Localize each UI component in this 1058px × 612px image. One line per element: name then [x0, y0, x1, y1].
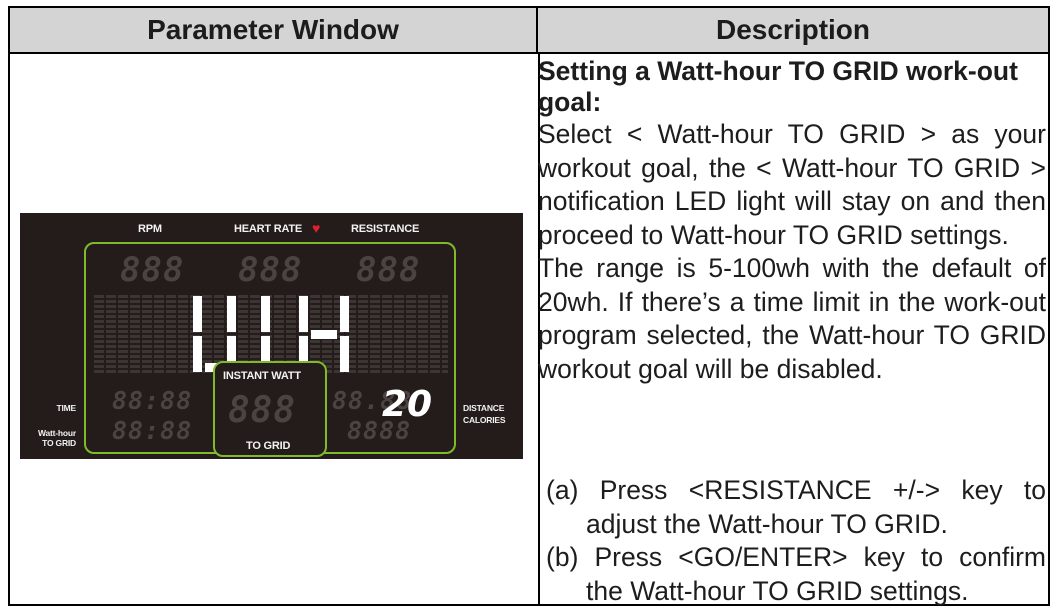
description-paragraph-1: Select < Watt-hour TO GRID > as your wor…: [538, 119, 1046, 250]
header-parameter-window: Parameter Window: [10, 8, 538, 54]
calories-label: CALORIES: [463, 415, 506, 425]
time-label: TIME: [56, 403, 76, 413]
step-b: (b) Press <GO/ENTER> key to confirm the …: [546, 542, 1046, 606]
resistance-digits: 888: [356, 250, 421, 290]
distance-label: DISTANCE: [463, 403, 505, 413]
description-paragraph-2: The range is 5-100wh with the default of…: [538, 253, 1046, 384]
to-grid-label: TO GRID: [246, 440, 291, 452]
step-a: (a) Press <RESISTANCE +/-> key to adjust…: [546, 475, 1046, 539]
header-description: Description: [538, 8, 1048, 54]
goal-value: 20: [382, 384, 433, 425]
console-display: RPM HEART RATE ♥ RESISTANCE 888 888 888: [20, 213, 523, 459]
heart-rate-label: HEART RATE: [234, 223, 303, 235]
watt-hour-digits: 88:88: [112, 416, 193, 445]
instant-watt-digits: 888: [228, 390, 297, 431]
watt-hour-to-grid-label: Watt-hour TO GRID: [37, 428, 76, 448]
description-text: Setting a Watt-hour TO GRID work-out goa…: [538, 56, 1046, 386]
resistance-label: RESISTANCE: [351, 223, 420, 235]
rpm-digits: 888: [120, 250, 185, 290]
heart-icon: ♥: [312, 220, 321, 236]
instant-watt-label: INSTANT WATT: [223, 370, 301, 382]
rpm-label: RPM: [138, 223, 162, 235]
instruction-steps: (a) Press <RESISTANCE +/-> key to adjust…: [546, 474, 1046, 608]
heart-rate-digits: 888: [238, 250, 303, 290]
description-title: Setting a Watt-hour TO GRID work-out goa…: [538, 56, 1018, 117]
time-digits: 88:88: [112, 386, 193, 415]
